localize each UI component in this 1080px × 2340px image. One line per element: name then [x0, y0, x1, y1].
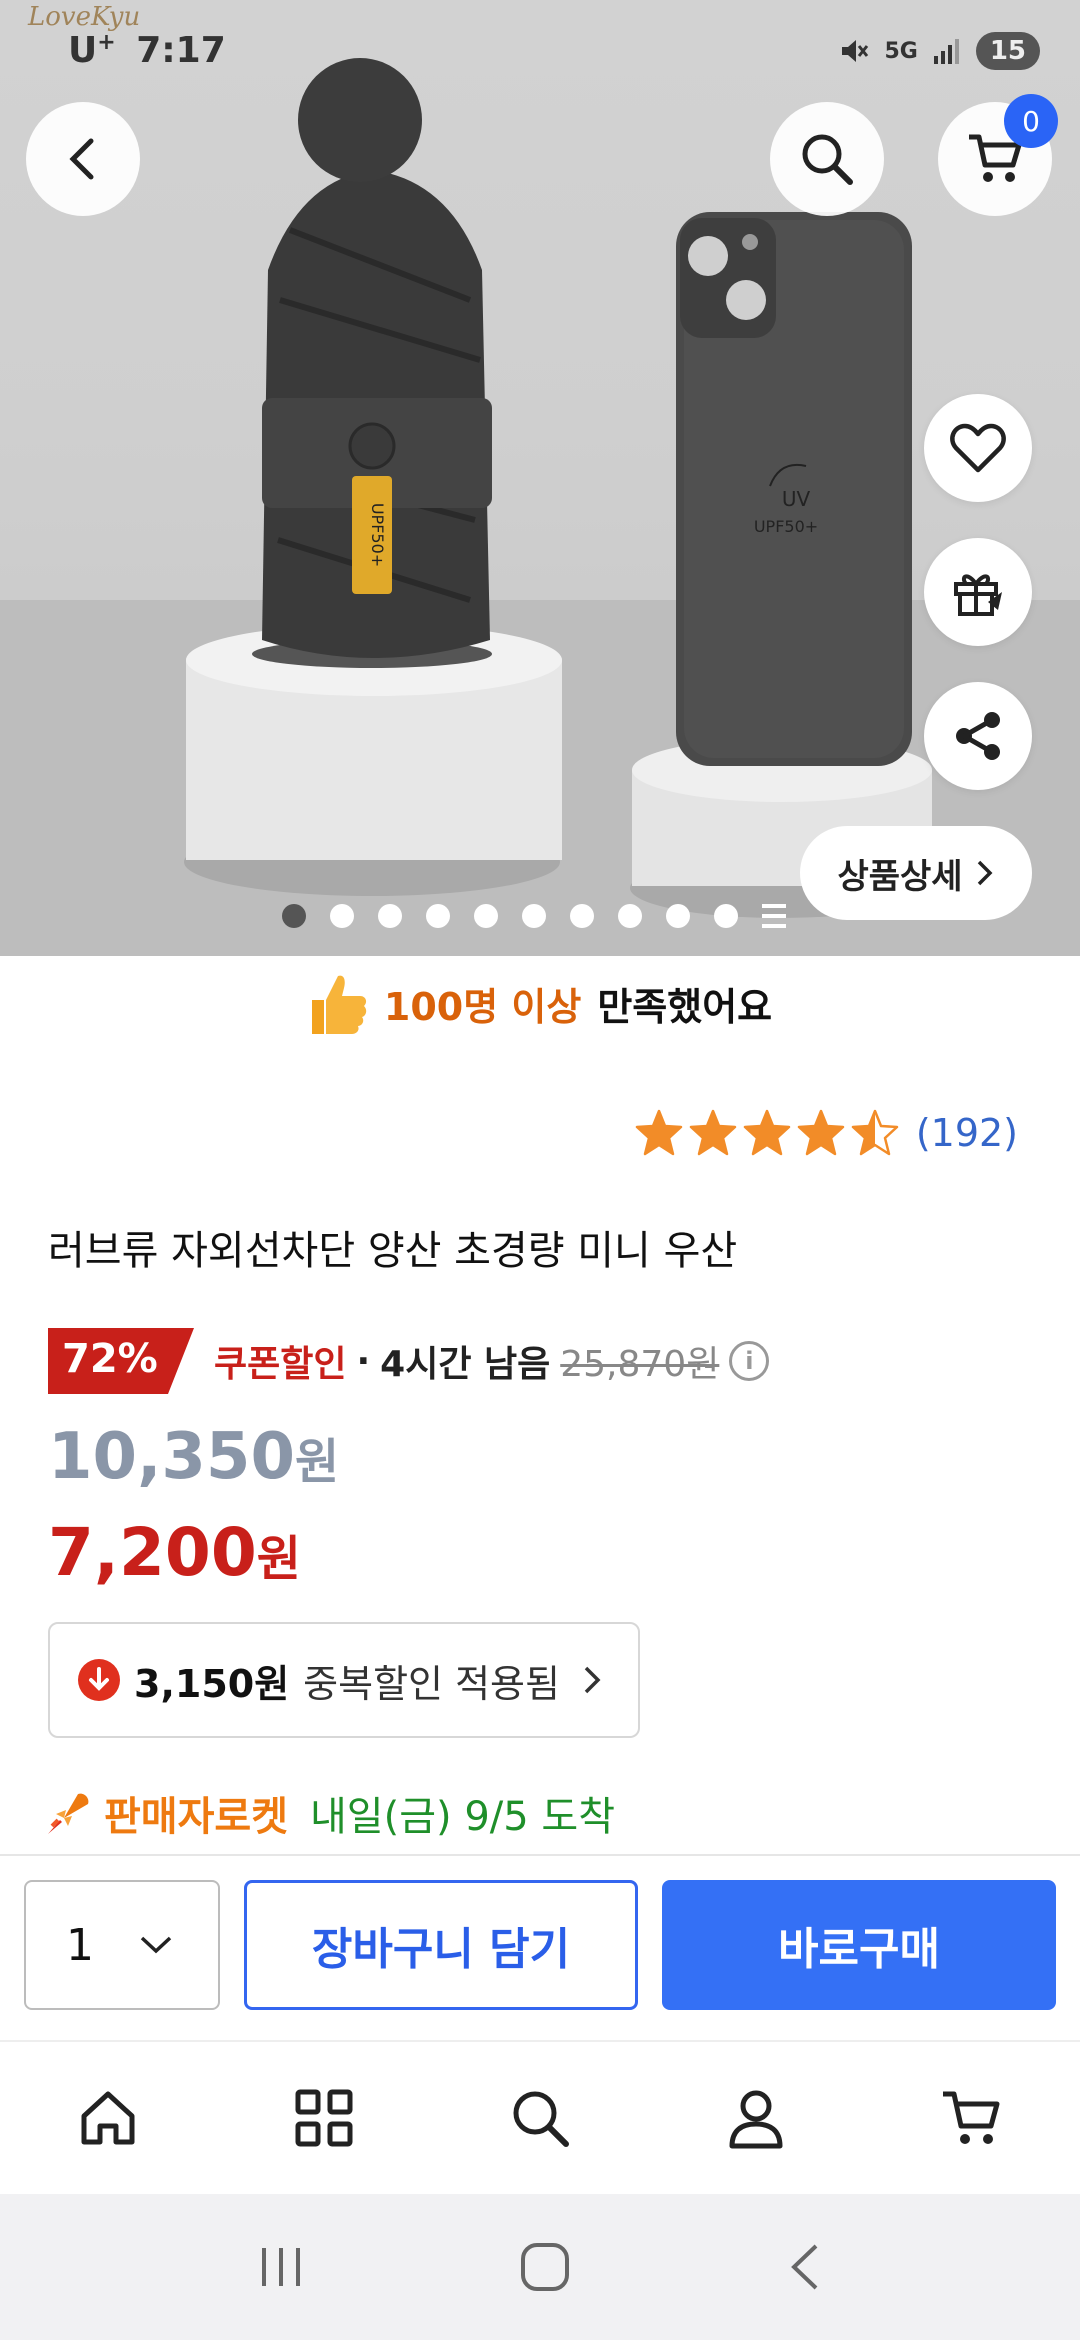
duplicate-discount-amount: 3,150원 — [134, 1661, 290, 1706]
product-title: 러브류 자외선차단 양산 초경량 미니 우산 — [48, 1228, 738, 1274]
system-back-icon[interactable] — [784, 2240, 824, 2294]
carousel-dot[interactable] — [714, 904, 738, 928]
phone-logo-uv: UV — [782, 487, 811, 511]
rocket-icon — [48, 1793, 89, 1834]
delivery-info: 판매자로켓 내일(금) 9/5 도착 — [44, 1784, 615, 1842]
carousel-dot[interactable] — [282, 904, 306, 928]
product-image-carousel[interactable]: UPF50+ UV UPF50+ LoveKyu U+ 7:17 5G 15 0… — [0, 0, 1080, 956]
carrier-label: U+ 7:17 — [68, 30, 226, 71]
search-button[interactable] — [770, 102, 884, 216]
back-button[interactable] — [26, 102, 140, 216]
final-price: 7,200원 — [48, 1514, 301, 1591]
satisfaction-highlight: 100명 이상 — [383, 984, 582, 1029]
duplicate-discount-button[interactable]: 3,150원 중복할인 적용됨 — [48, 1622, 640, 1738]
signal-icon — [933, 39, 959, 64]
gift-rocket-icon — [954, 574, 1002, 616]
share-icon — [956, 712, 1000, 760]
quantity-value: 1 — [66, 1919, 94, 1971]
recent-apps-icon[interactable] — [256, 2242, 306, 2292]
star-rating — [634, 1108, 900, 1158]
discount-percent: 72% — [62, 1336, 158, 1382]
thumbs-up-icon — [311, 975, 367, 1034]
discount-percent-tag: 72% — [48, 1328, 194, 1394]
buy-now-button[interactable]: 바로구매 — [662, 1880, 1056, 2010]
nav-cart[interactable] — [912, 2058, 1032, 2178]
heart-icon — [950, 423, 1006, 473]
umbrella-tag-text: UPF50+ — [368, 503, 387, 567]
add-to-cart-button[interactable]: 장바구니 담기 — [244, 1880, 638, 2010]
carousel-indicator[interactable] — [282, 904, 786, 928]
product-detail-button[interactable]: 상품상세 — [800, 826, 1032, 920]
grid-icon — [295, 2089, 353, 2147]
nav-my-page[interactable] — [696, 2058, 816, 2178]
carousel-dot[interactable] — [330, 904, 354, 928]
battery-indicator: 15 — [975, 32, 1040, 70]
star-icon — [743, 1109, 791, 1156]
network-icon: 5G — [884, 38, 918, 64]
carousel-dot[interactable] — [474, 904, 498, 928]
home-circle-icon[interactable] — [518, 2240, 572, 2294]
cart-button[interactable]: 0 — [938, 94, 1058, 216]
mute-icon — [842, 40, 869, 62]
rating-row[interactable]: (192) — [634, 1108, 1018, 1158]
nav-home[interactable] — [48, 2058, 168, 2178]
seller-rocket-badge: 판매자로켓 — [104, 1794, 288, 1840]
carousel-dot[interactable] — [378, 904, 402, 928]
gift-button[interactable] — [924, 538, 1032, 646]
coupon-row: 72% 쿠폰할인 · 4시간 남음 25,870원 i — [48, 1328, 770, 1394]
coupon-remaining-time: 4시간 남음 — [380, 1344, 551, 1385]
coupon-separator: · — [356, 1340, 371, 1382]
product-photo: UPF50+ UV UPF50+ — [0, 58, 1080, 956]
chevron-down-icon — [140, 1936, 172, 1954]
search-icon — [513, 2091, 569, 2147]
star-icon — [851, 1109, 899, 1156]
chevron-right-icon — [584, 1666, 601, 1694]
share-button[interactable] — [924, 682, 1032, 790]
search-icon — [802, 134, 853, 185]
star-icon — [797, 1109, 845, 1156]
original-price: 25,870원 — [560, 1344, 720, 1385]
delivery-date: 내일(금) 9/5 도착 — [310, 1794, 616, 1840]
status-icons: 5G 15 — [838, 32, 1040, 70]
carousel-dot[interactable] — [618, 904, 642, 928]
duplicate-discount-text: 중복할인 적용됨 — [303, 1661, 560, 1706]
clock: 7:17 — [136, 30, 226, 71]
satisfaction-text: 만족했어요 — [597, 984, 773, 1029]
nav-search[interactable] — [480, 2058, 600, 2178]
info-icon[interactable]: i — [729, 1341, 770, 1381]
phone-logo-upf: UPF50+ — [754, 517, 818, 536]
coupon-label: 쿠폰할인 — [214, 1344, 347, 1385]
sale-price: 10,350원 — [48, 1420, 340, 1494]
chevron-right-icon — [977, 860, 993, 886]
down-arrow-icon — [78, 1659, 120, 1701]
carousel-dot[interactable] — [522, 904, 546, 928]
carousel-dot[interactable] — [570, 904, 594, 928]
watermark: LoveKyu — [28, 2, 141, 32]
user-icon — [729, 2090, 783, 2149]
bottom-navigation — [0, 2040, 1080, 2194]
cart-count-badge: 0 — [1004, 94, 1058, 148]
carousel-dot[interactable] — [666, 904, 690, 928]
star-icon — [689, 1109, 737, 1156]
purchase-bar: 1 장바구니 담기 바로구매 — [0, 1854, 1080, 2040]
satisfaction-banner: 100명 이상 만족했어요 — [0, 970, 1080, 1036]
home-icon — [81, 2091, 135, 2145]
status-bar: LoveKyu U+ 7:17 5G 15 — [0, 0, 1080, 110]
quantity-select[interactable]: 1 — [24, 1880, 220, 2010]
carousel-dot[interactable] — [426, 904, 450, 928]
system-navigation-bar — [0, 2194, 1080, 2340]
wishlist-button[interactable] — [924, 394, 1032, 502]
back-arrow-icon — [69, 138, 94, 180]
carousel-more-icon[interactable] — [762, 904, 786, 928]
review-count[interactable]: (192) — [916, 1111, 1018, 1155]
cart-icon — [943, 2091, 1000, 2144]
nav-categories[interactable] — [264, 2058, 384, 2178]
star-icon — [635, 1109, 683, 1156]
product-detail-label: 상품상세 — [837, 856, 963, 897]
